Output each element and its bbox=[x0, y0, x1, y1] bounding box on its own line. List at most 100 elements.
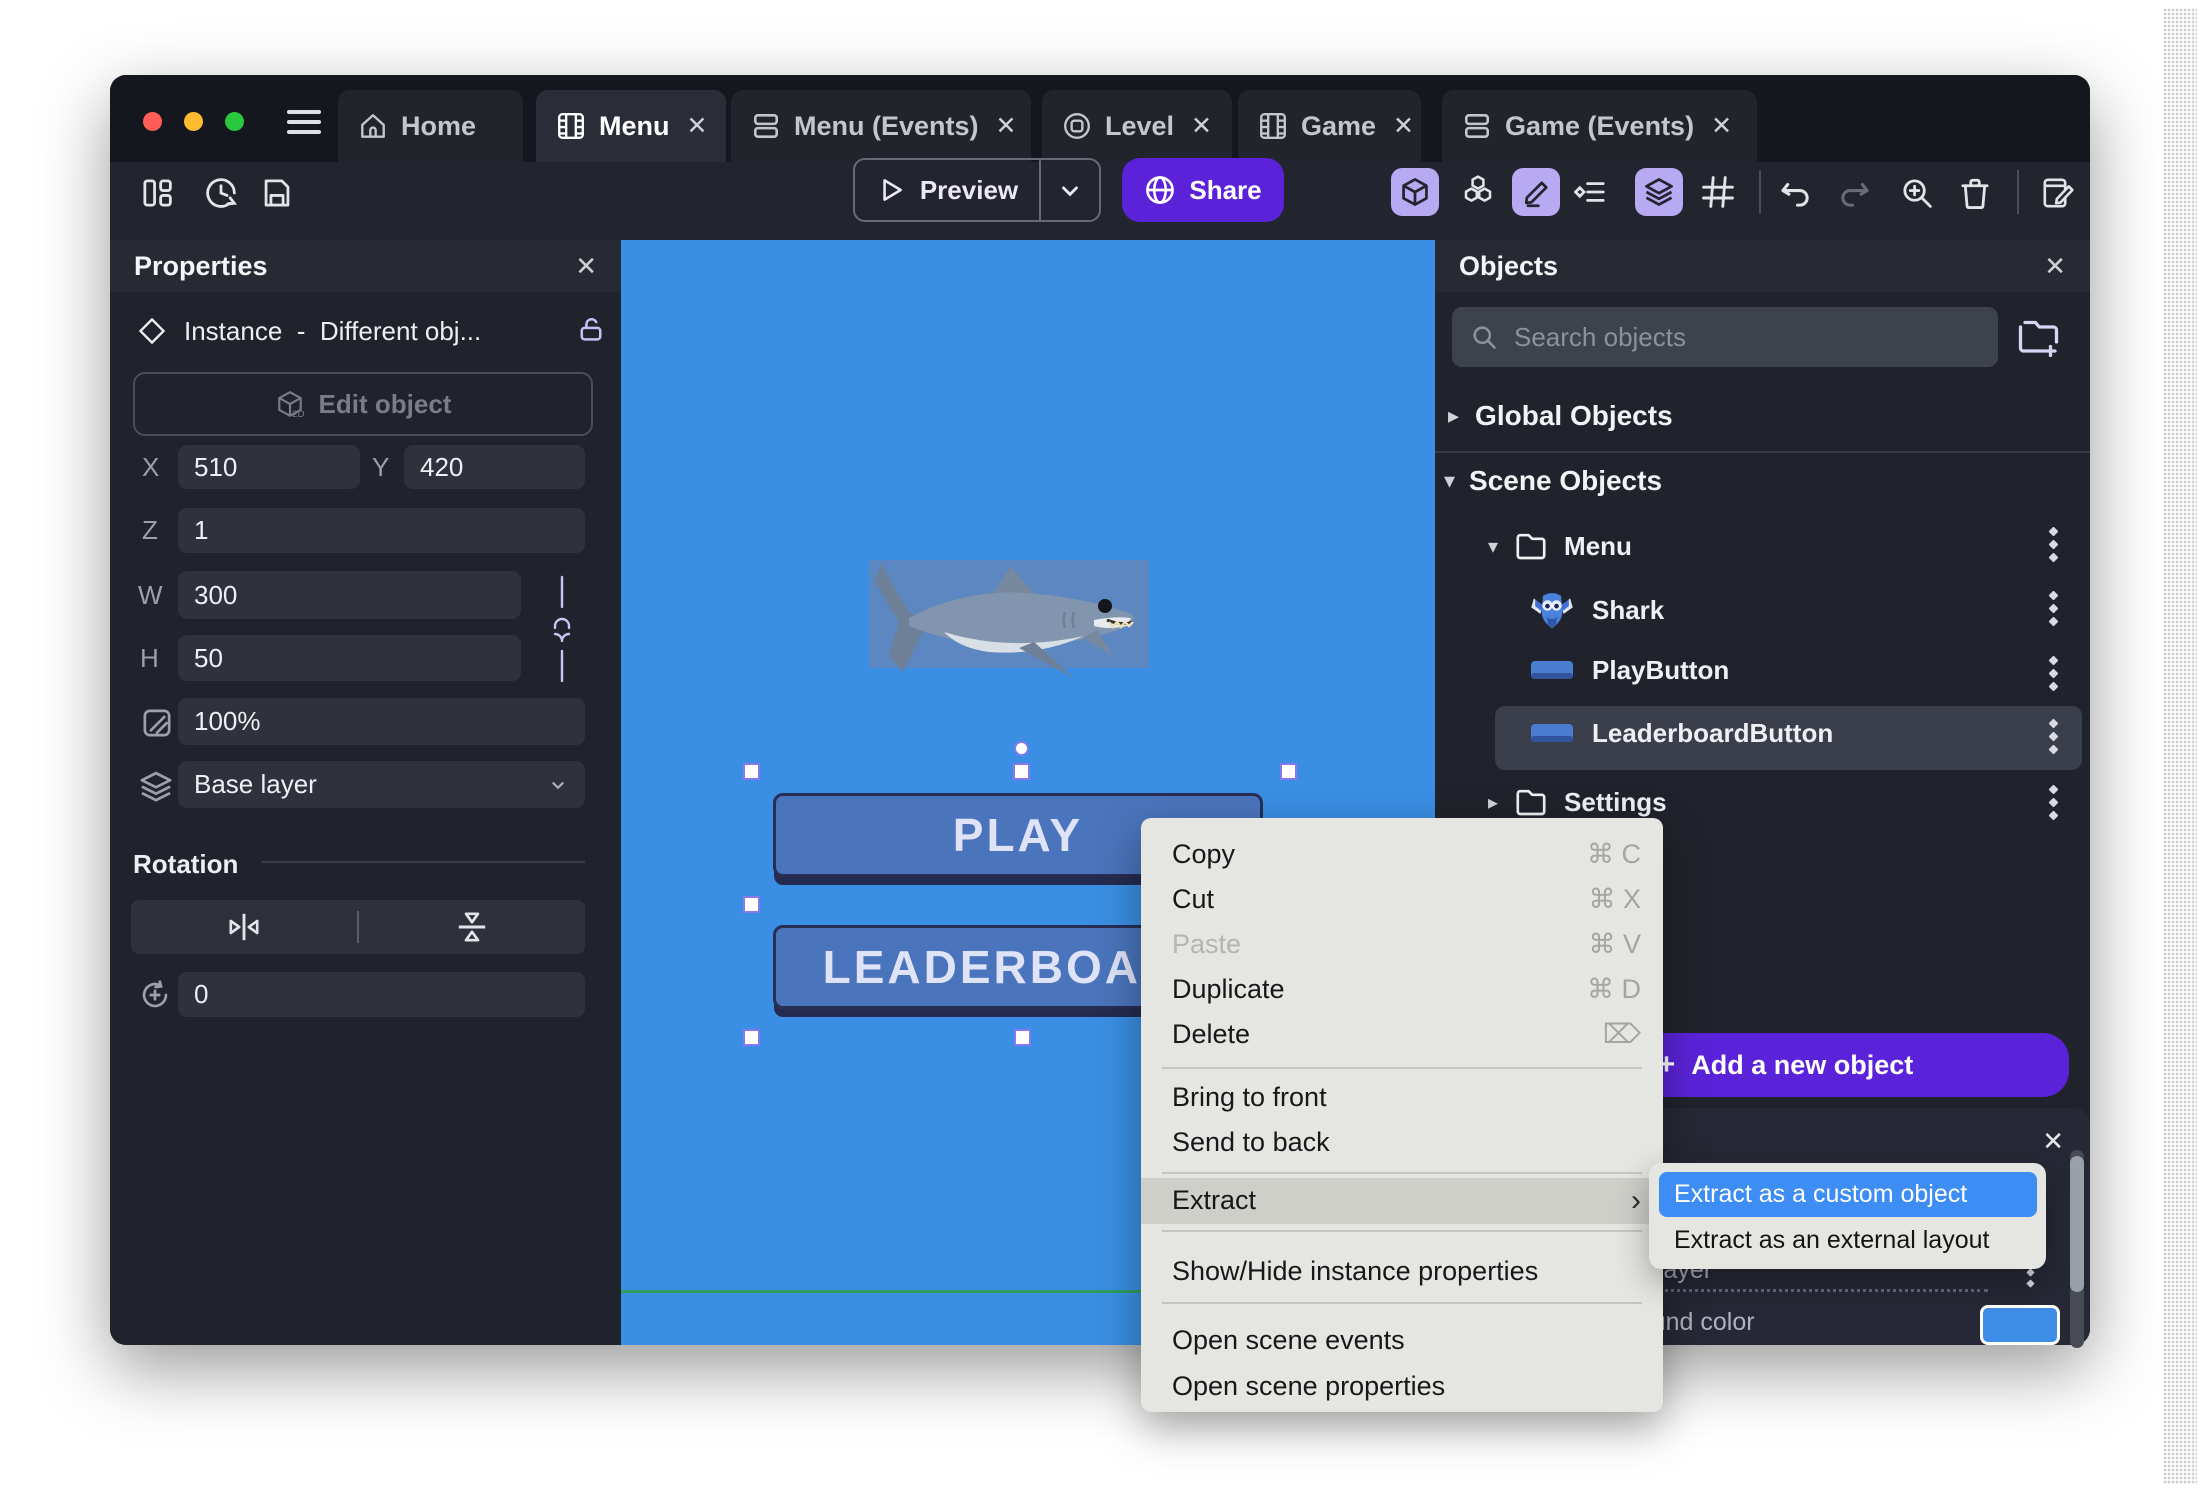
layer-select[interactable]: Base layer bbox=[178, 761, 585, 808]
share-button[interactable]: Share bbox=[1122, 158, 1284, 222]
shark-sprite[interactable] bbox=[869, 560, 1149, 678]
minimize-window-button[interactable] bbox=[184, 112, 203, 131]
objects-panel-toggle-icon[interactable] bbox=[1391, 168, 1439, 216]
scene-objects-row[interactable]: ▾ Scene Objects bbox=[1444, 465, 1662, 497]
submenu-item-extract-custom-object[interactable]: Extract as a custom object bbox=[1659, 1172, 2037, 1217]
selection-handle-bottom-center[interactable] bbox=[1014, 1029, 1031, 1046]
cube-2d-icon: 2D bbox=[275, 389, 305, 419]
width-field[interactable]: 300 bbox=[178, 571, 521, 619]
menu-item-open-scene-properties[interactable]: Open scene properties bbox=[1172, 1364, 1641, 1409]
menu-item-duplicate[interactable]: Duplicate ⌘ D bbox=[1172, 967, 1641, 1012]
row-menu-icon[interactable] bbox=[2048, 526, 2059, 563]
menu-item-send-to-back[interactable]: Send to back bbox=[1172, 1120, 1641, 1165]
tab-level[interactable]: Level ✕ bbox=[1042, 90, 1232, 162]
menu-item-cut[interactable]: Cut ⌘ X bbox=[1172, 877, 1641, 922]
close-tab-icon[interactable]: ✕ bbox=[996, 111, 1017, 141]
scene-objects-label: Scene Objects bbox=[1469, 465, 1663, 496]
y-field[interactable]: 420 bbox=[404, 445, 585, 489]
unlock-icon[interactable] bbox=[576, 314, 606, 344]
height-field[interactable]: 50 bbox=[178, 635, 521, 681]
instance-icon bbox=[138, 317, 166, 345]
global-objects-row[interactable]: ▸ Global Objects bbox=[1448, 400, 1673, 432]
selection-handle-top-left[interactable] bbox=[743, 763, 760, 780]
tab-game[interactable]: Game ✕ bbox=[1238, 90, 1421, 162]
close-tab-icon[interactable]: ✕ bbox=[1393, 111, 1414, 141]
menu-item-open-scene-events[interactable]: Open scene events bbox=[1172, 1318, 1641, 1363]
tree-object-shark[interactable]: Shark bbox=[1530, 588, 1664, 632]
zoom-in-icon[interactable] bbox=[1900, 176, 1934, 210]
redo-icon[interactable] bbox=[1838, 176, 1872, 210]
selection-handle-middle-left[interactable] bbox=[743, 896, 760, 913]
button-thumbnail bbox=[1530, 722, 1574, 746]
tree-label: Shark bbox=[1592, 594, 1665, 625]
object-groups-icon[interactable] bbox=[1460, 173, 1496, 209]
layers-panel-toggle-icon[interactable] bbox=[1635, 168, 1683, 216]
tree-folder-settings[interactable]: ▸ Settings bbox=[1488, 784, 1667, 820]
row-menu-icon[interactable] bbox=[2048, 784, 2059, 821]
opacity-field[interactable]: 100% bbox=[178, 698, 585, 745]
edit-scene-properties-icon[interactable] bbox=[2040, 175, 2076, 211]
preview-button[interactable]: Preview bbox=[855, 160, 1039, 220]
close-tab-icon[interactable]: ✕ bbox=[687, 111, 708, 141]
width-label: W bbox=[138, 579, 163, 610]
instances-list-icon[interactable] bbox=[1572, 174, 1608, 210]
objects-panel-header: Objects ✕ bbox=[1435, 240, 2090, 292]
tab-home[interactable]: Home bbox=[338, 90, 523, 162]
rotation-handle[interactable] bbox=[1014, 741, 1029, 756]
row-menu-icon[interactable] bbox=[2048, 590, 2059, 627]
row-menu-icon[interactable] bbox=[2048, 718, 2059, 755]
selection-handle-top-right[interactable] bbox=[1280, 763, 1297, 780]
edit-mode-icon[interactable] bbox=[1512, 168, 1560, 216]
selection-handle-top-center[interactable] bbox=[1013, 763, 1030, 780]
undo-icon[interactable] bbox=[1778, 176, 1812, 210]
preview-options-button[interactable] bbox=[1041, 160, 1099, 220]
rotation-angle-field[interactable]: 0 bbox=[178, 972, 585, 1017]
delete-icon[interactable] bbox=[1958, 176, 1992, 210]
add-folder-icon[interactable] bbox=[2013, 312, 2061, 360]
close-icon[interactable]: ✕ bbox=[2042, 1126, 2064, 1157]
chevron-down-icon bbox=[547, 774, 569, 796]
z-field[interactable]: 1 bbox=[178, 508, 585, 553]
main-menu-icon[interactable] bbox=[287, 110, 321, 140]
rows-icon bbox=[1462, 111, 1492, 141]
scrollbar-thumb[interactable] bbox=[2070, 1156, 2084, 1292]
folder-icon bbox=[1513, 528, 1549, 564]
home-icon bbox=[358, 111, 388, 141]
selection-handle-bottom-left[interactable] bbox=[743, 1029, 760, 1046]
close-icon[interactable]: ✕ bbox=[2044, 251, 2066, 282]
background-color-swatch[interactable] bbox=[1980, 1305, 2060, 1345]
menu-item-delete[interactable]: Delete ⌦ bbox=[1172, 1012, 1641, 1057]
divider bbox=[1435, 451, 2090, 453]
row-menu-icon[interactable] bbox=[2048, 655, 2059, 692]
close-window-button[interactable] bbox=[143, 112, 162, 131]
grid-icon[interactable] bbox=[1700, 174, 1736, 210]
divider bbox=[1162, 1172, 1642, 1174]
tab-game-events[interactable]: Game (Events) ✕ bbox=[1442, 90, 1757, 162]
x-field[interactable]: 510 bbox=[178, 445, 360, 489]
search-input[interactable]: Search objects bbox=[1452, 307, 1998, 367]
chevron-down-icon bbox=[1057, 177, 1083, 203]
height-label: H bbox=[140, 642, 159, 673]
close-tab-icon[interactable]: ✕ bbox=[1191, 111, 1212, 141]
version-history-icon[interactable] bbox=[204, 176, 238, 210]
submenu-item-extract-external-layout[interactable]: Extract as an external layout bbox=[1659, 1219, 2037, 1261]
edit-object-button[interactable]: 2D Edit object bbox=[133, 372, 593, 436]
tree-object-playbutton[interactable]: PlayButton bbox=[1530, 655, 1729, 686]
flip-vertical-button[interactable] bbox=[359, 909, 585, 945]
tab-menu[interactable]: Menu ✕ bbox=[536, 90, 726, 162]
tree-object-leaderboardbutton[interactable]: LeaderboardButton bbox=[1530, 718, 1833, 749]
menu-item-paste[interactable]: Paste ⌘ V bbox=[1172, 922, 1641, 967]
menu-item-bring-to-front[interactable]: Bring to front bbox=[1172, 1075, 1641, 1120]
save-icon[interactable] bbox=[260, 176, 294, 210]
flip-horizontal-button[interactable] bbox=[131, 909, 357, 945]
close-icon[interactable]: ✕ bbox=[575, 251, 597, 282]
menu-item-show-hide-instance-properties[interactable]: Show/Hide instance properties bbox=[1172, 1249, 1641, 1294]
menu-item-copy[interactable]: Copy ⌘ C bbox=[1172, 832, 1641, 877]
tree-folder-menu[interactable]: ▾ Menu bbox=[1488, 528, 1632, 564]
menu-item-extract[interactable]: Extract › bbox=[1141, 1178, 1663, 1224]
zoom-window-button[interactable] bbox=[225, 112, 244, 131]
link-dimensions-icon[interactable] bbox=[549, 575, 575, 683]
close-tab-icon[interactable]: ✕ bbox=[1711, 111, 1732, 141]
project-manager-icon[interactable] bbox=[140, 176, 174, 210]
tab-menu-events[interactable]: Menu (Events) ✕ bbox=[731, 90, 1031, 162]
